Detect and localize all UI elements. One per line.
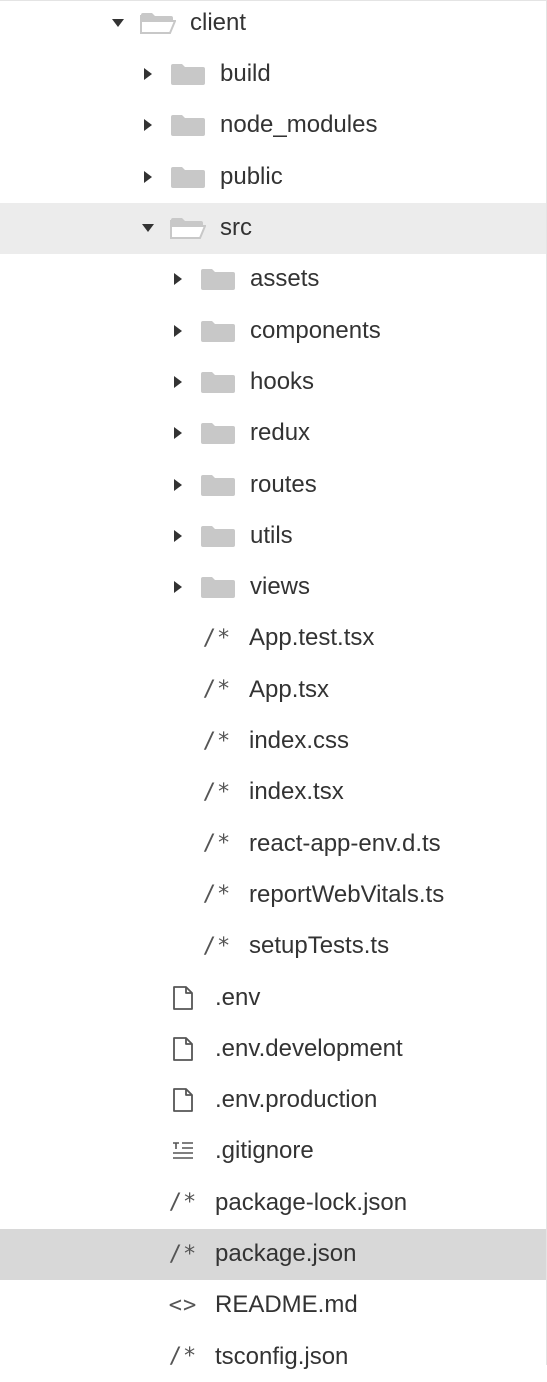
tree-item-label: reportWebVitals.ts [249,880,445,908]
folder-open-icon [168,216,208,240]
folder-open-icon [138,11,178,35]
tree-item-label: .env.development [215,1034,403,1062]
comment-code-icon: /* [202,882,232,908]
file-row-env[interactable]: .env [0,972,546,1023]
tree-item-label: App.test.tsx [249,624,375,652]
tree-item-label: .env [215,983,261,1011]
file-row-package-json[interactable]: /* package.json [0,1228,546,1280]
chevron-right-icon[interactable] [166,421,190,445]
folder-icon [198,473,238,497]
file-row-app-tsx[interactable]: /* App.tsx [0,664,546,715]
document-icon [163,1035,203,1063]
file-row-env-production[interactable]: .env.production [0,1075,546,1126]
folder-icon [198,575,238,599]
comment-code-icon: /* [168,1344,198,1370]
tree-item-label: utils [250,521,293,549]
folder-icon [168,165,208,189]
tree-item-label: node_modules [220,111,378,139]
comment-code-icon: /* [202,625,232,651]
tree-item-label: components [250,316,381,344]
tree-item-label: redux [250,419,311,447]
text-lines-icon [163,1137,203,1165]
document-icon [163,1086,203,1114]
file-row-react-app-env-d-ts[interactable]: /* react-app-env.d.ts [0,818,546,869]
angle-brackets-icon: <> [168,1292,198,1318]
folder-row-client[interactable]: client [0,0,546,48]
file-row-index-tsx[interactable]: /* index.tsx [0,767,546,818]
folder-row-components[interactable]: components [0,305,546,356]
folder-row-views[interactable]: views [0,562,546,613]
folder-row-utils[interactable]: utils [0,510,546,561]
comment-code-icon: /* [202,779,232,805]
file-row-index-css[interactable]: /* index.css [0,716,546,767]
comment-code-icon: /* [202,933,232,959]
chevron-right-icon[interactable] [166,524,190,548]
chevron-right-icon[interactable] [166,473,190,497]
comment-code-icon: /* [168,1190,198,1216]
tree-item-label: routes [250,470,317,498]
folder-row-node-modules[interactable]: node_modules [0,100,546,151]
tree-item-label: client [190,8,247,36]
file-row-gitignore[interactable]: .gitignore [0,1126,546,1177]
comment-code-icon: /* [202,728,232,754]
comment-code-icon: /* [202,677,232,703]
chevron-right-icon[interactable] [166,575,190,599]
chevron-down-icon[interactable] [136,216,160,240]
comment-code-icon: /* [168,1241,198,1267]
folder-row-build[interactable]: build [0,49,546,100]
tree-item-label: package.json [215,1240,357,1268]
chevron-right-icon[interactable] [136,165,160,189]
chevron-down-icon[interactable] [106,11,130,35]
folder-icon [198,524,238,548]
file-row-tsconfig-json[interactable]: /* tsconfig.json [0,1331,546,1382]
tree-item-label: .gitignore [215,1137,314,1165]
folder-icon [198,421,238,445]
folder-icon [198,267,238,291]
file-row-reportwebvitals-ts[interactable]: /* reportWebVitals.ts [0,869,546,920]
file-row-readme-md[interactable]: <> README.md [0,1280,546,1331]
comment-code-icon: /* [202,831,232,857]
chevron-right-icon[interactable] [166,370,190,394]
tree-item-label: index.tsx [249,778,344,806]
folder-row-assets[interactable]: assets [0,254,546,305]
chevron-right-icon[interactable] [166,267,190,291]
folder-row-redux[interactable]: redux [0,408,546,459]
file-row-setuptests-ts[interactable]: /* setupTests.ts [0,921,546,972]
tree-item-label: src [220,214,252,242]
folder-icon [168,113,208,137]
tree-item-label: build [220,60,271,88]
tree-item-label: react-app-env.d.ts [249,829,441,857]
folder-icon [198,370,238,394]
file-row-package-lock-json[interactable]: /* package-lock.json [0,1177,546,1228]
tree-item-label: views [250,573,311,601]
tree-item-label: App.tsx [249,675,330,703]
tree-item-label: hooks [250,367,315,395]
tree-item-label: package-lock.json [215,1188,408,1216]
tree-item-label: setupTests.ts [249,932,390,960]
file-tree: client build node_modulespublic src assets co… [0,0,547,1370]
folder-row-routes[interactable]: routes [0,459,546,510]
chevron-right-icon[interactable] [136,113,160,137]
chevron-right-icon[interactable] [166,319,190,343]
tree-item-label: tsconfig.json [215,1342,349,1370]
chevron-right-icon[interactable] [136,62,160,86]
folder-row-public[interactable]: public [0,151,546,202]
tree-item-label: README.md [215,1291,358,1319]
file-row-app-test-tsx[interactable]: /* App.test.tsx [0,613,546,664]
file-row-env-development[interactable]: .env.development [0,1023,546,1074]
tree-item-label: .env.production [215,1086,378,1114]
folder-icon [198,319,238,343]
folder-row-src[interactable]: src [0,202,546,254]
tree-item-label: assets [250,265,320,293]
folder-icon [168,62,208,86]
folder-row-hooks[interactable]: hooks [0,356,546,407]
tree-item-label: index.css [249,727,350,755]
document-icon [163,984,203,1012]
tree-item-label: public [220,162,283,190]
